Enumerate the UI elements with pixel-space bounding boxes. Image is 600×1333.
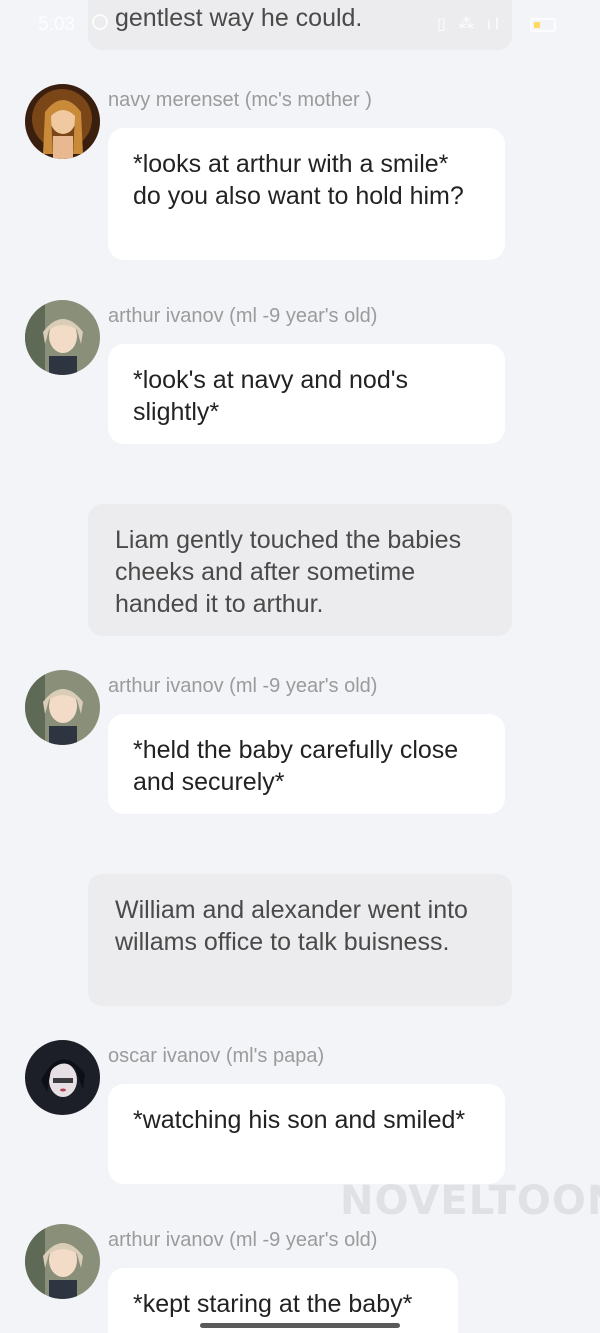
character-name: arthur ivanov (ml -9 year's old) [108,675,378,697]
noveltoon-watermark: NOVELTOON [340,1178,600,1224]
battery-icon [530,18,556,32]
narration-block: William and alexander went into willams … [88,874,512,1006]
character-name: arthur ivanov (ml -9 year's old) [108,305,378,327]
message-text: *held the baby carefully close and secur… [133,736,459,796]
avatar-oscar[interactable] [25,1040,100,1115]
status-time: 5:03 [38,14,75,35]
character-name: oscar ivanov (ml's papa) [108,1045,325,1067]
message-text: *watching his son and smiled* [133,1106,466,1134]
narration-block: Liam gently touched the babies cheeks an… [88,504,512,636]
avatar-arthur[interactable] [25,1224,100,1299]
message-text: *look's at navy and nod's slightly* [133,366,408,426]
avatar-arthur[interactable] [25,670,100,745]
message-bubble: *look's at navy and nod's slightly* [108,344,505,444]
message-text: *looks at arthur with a smile* do you al… [133,150,464,210]
avatar-navy[interactable] [25,84,100,159]
narration-text: Liam gently touched the babies cheeks an… [115,526,462,618]
character-name: arthur ivanov (ml -9 year's old) [108,1229,378,1251]
narration-text: William and alexander went into willams … [115,896,468,956]
message-text: *kept staring at the baby* [133,1290,413,1318]
narration-text: gentlest way he could. [115,4,363,32]
message-bubble: *looks at arthur with a smile* do you al… [108,128,505,260]
home-indicator[interactable] [200,1323,400,1328]
narration-block: gentlest way he could. [88,0,512,50]
message-bubble: *held the baby carefully close and secur… [108,714,505,814]
character-name: navy merenset (mc's mother ) [108,89,372,111]
avatar-arthur[interactable] [25,300,100,375]
message-bubble: *watching his son and smiled* [108,1084,505,1184]
